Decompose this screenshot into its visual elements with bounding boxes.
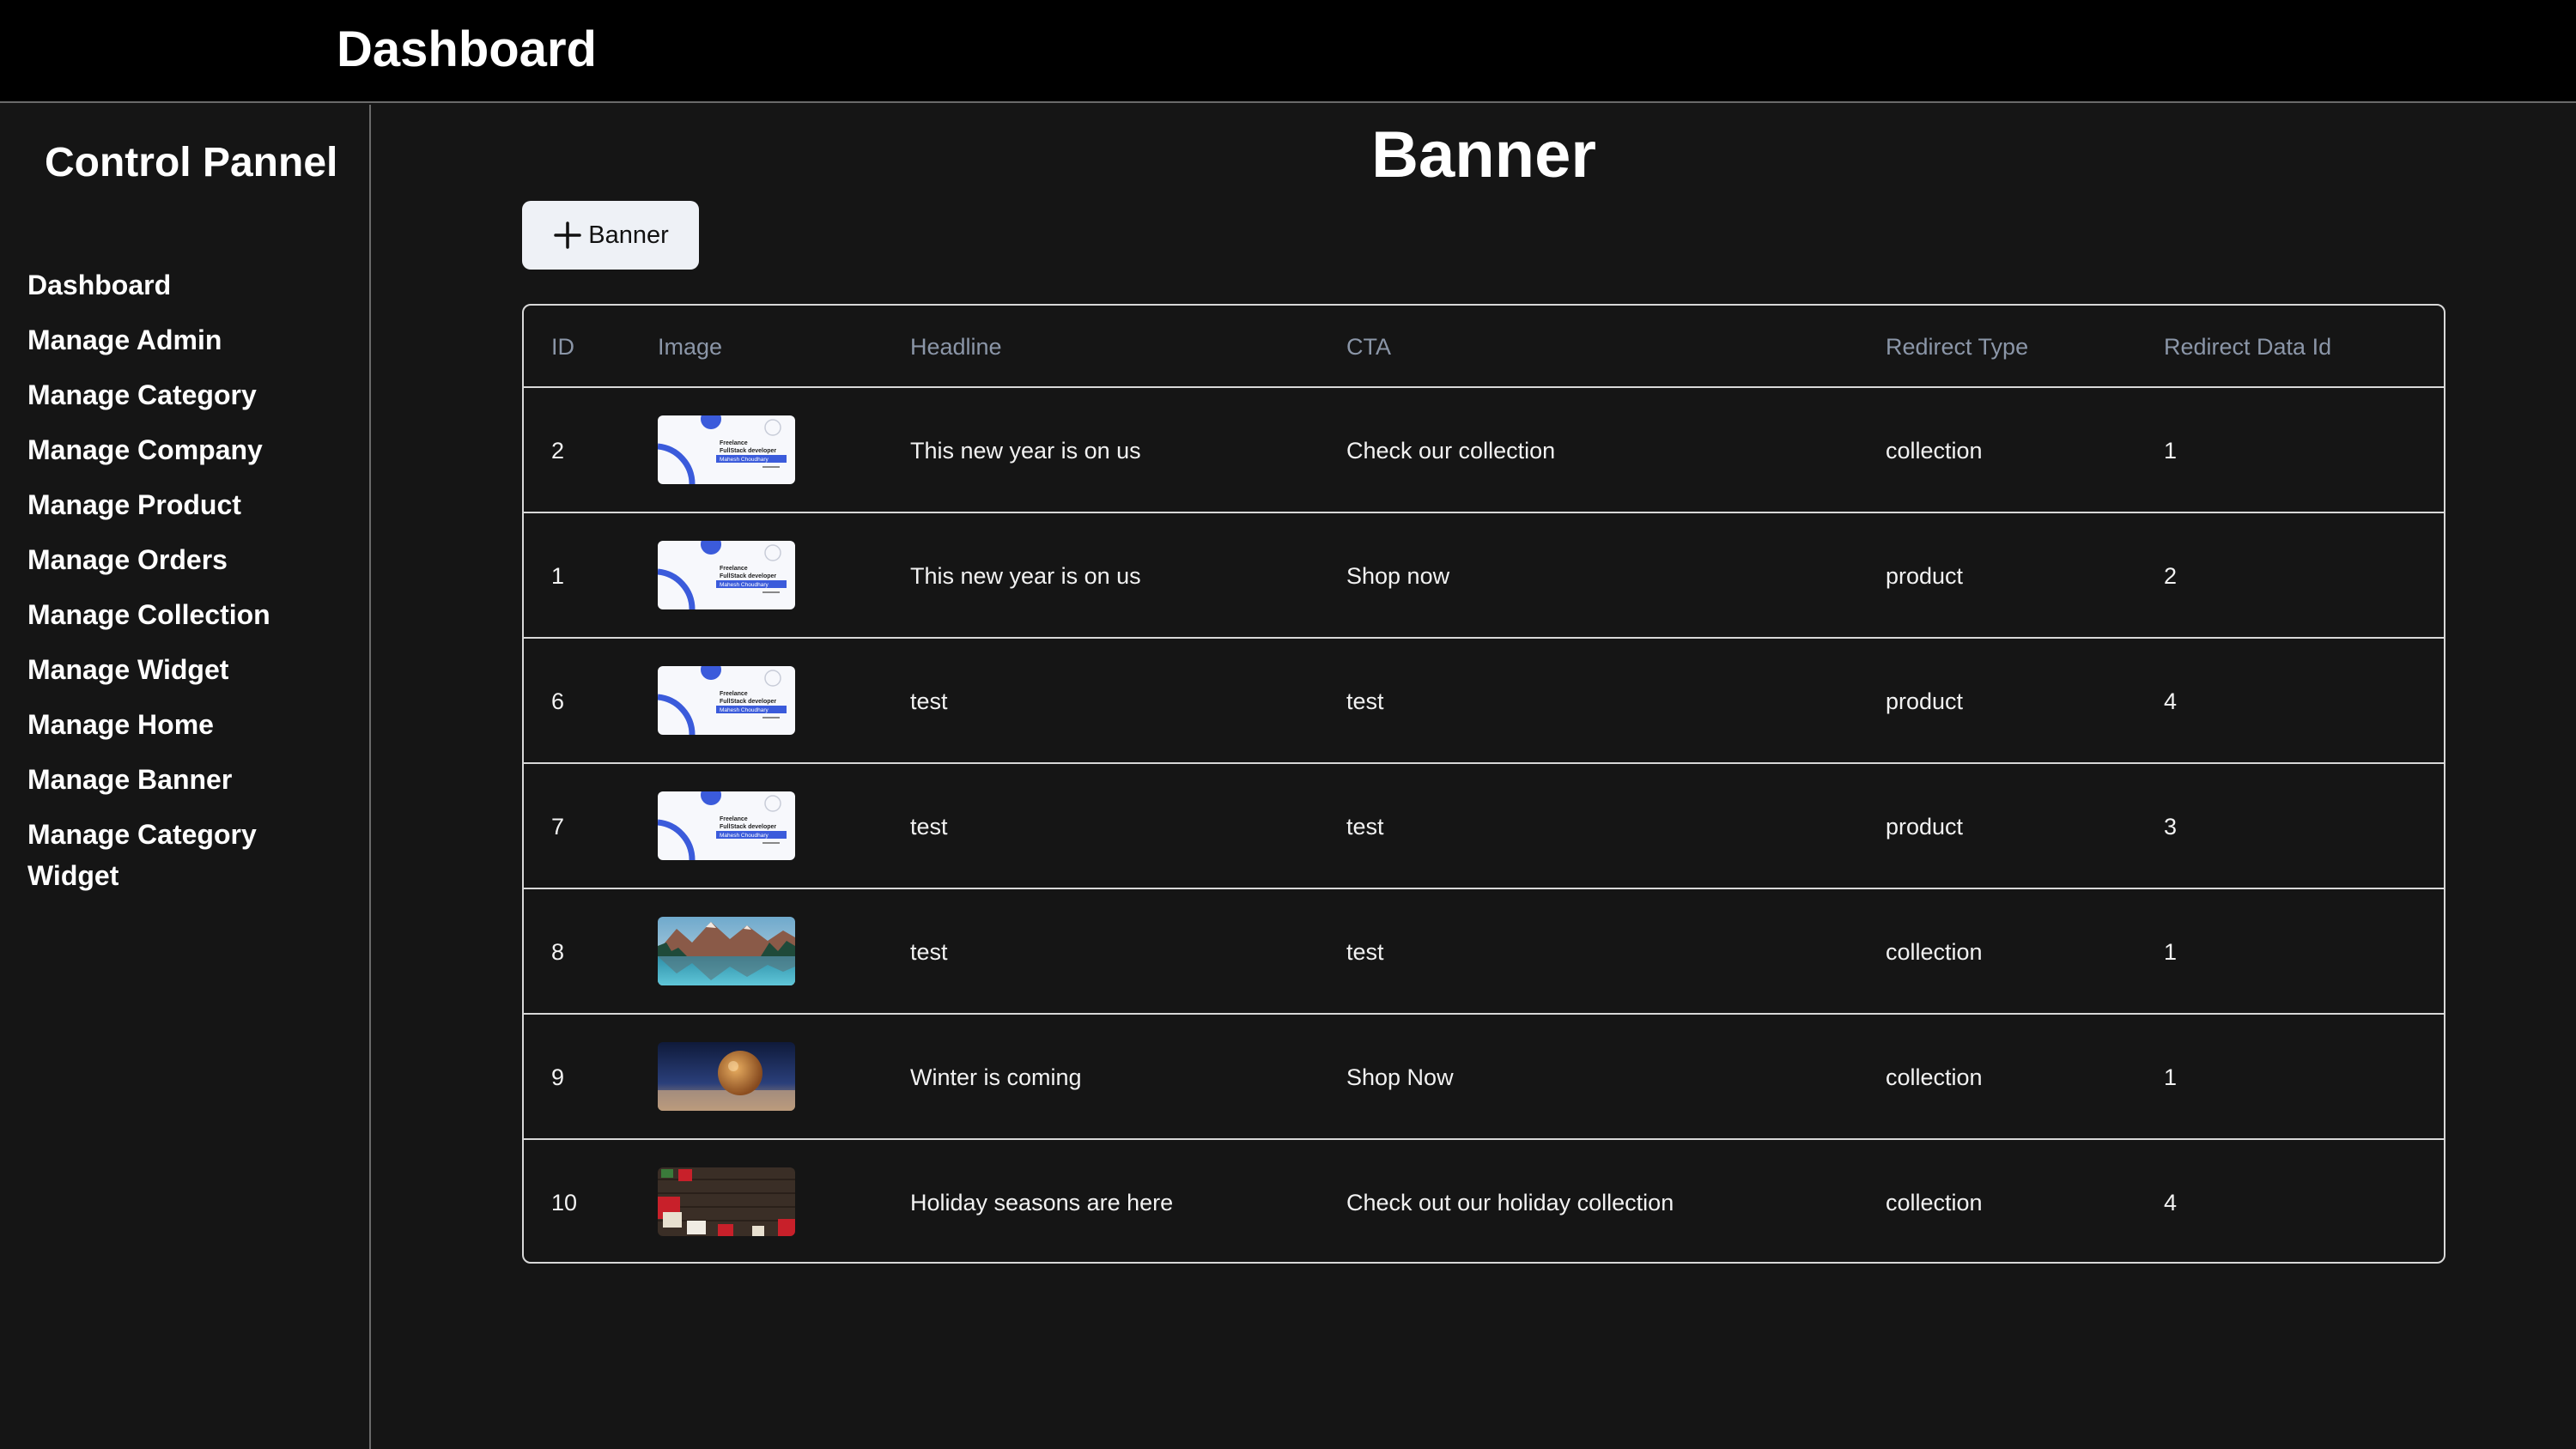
sidebar-item-manage-banner[interactable]: Manage Banner [27, 759, 354, 800]
cell-redirect-type: collection [1886, 939, 1983, 965]
cell-redirect-data-id: 4 [2164, 688, 2178, 714]
sidebar-item-manage-category-widget[interactable]: Manage Category Widget [27, 814, 354, 896]
svg-text:Mahesh Choudhary: Mahesh Choudhary [720, 707, 769, 713]
cell-redirect-type: product [1886, 563, 1964, 589]
svg-text:Mahesh Choudhary: Mahesh Choudhary [720, 582, 769, 588]
cell-id: 6 [551, 688, 565, 714]
sidebar-item-manage-collection[interactable]: Manage Collection [27, 594, 354, 635]
svg-text:FullStack developer: FullStack developer [720, 699, 776, 705]
banner-thumbnail[interactable]: Freelance FullStack developer Mahesh Choud… [658, 791, 795, 860]
table-row[interactable]: 2 This new year is on us Check our collect… [524, 388, 2444, 513]
top-bar: Dashboard [0, 0, 2576, 103]
table-row[interactable]: 8 test test collection 1 [524, 889, 2444, 1015]
column-header-redirect-data-id[interactable]: Redirect Data Id [2164, 306, 2331, 388]
sidebar-item-manage-home[interactable]: Manage Home [27, 704, 354, 745]
sidebar-heading: Control Pannel [45, 140, 338, 185]
svg-text:FullStack developer: FullStack developer [720, 573, 776, 579]
add-banner-button[interactable]: Banner [522, 201, 699, 270]
cell-id: 9 [551, 1064, 565, 1090]
banner-thumbnail[interactable]: Freelance FullStack developer Mahesh Choud… [658, 415, 795, 484]
banner-thumbnail[interactable]: Freelance FullStack developer Mahesh Choud… [658, 666, 795, 735]
svg-text:Mahesh Choudhary: Mahesh Choudhary [720, 457, 769, 463]
cell-redirect-type: collection [1886, 1064, 1983, 1090]
svg-text:Freelance: Freelance [720, 691, 748, 697]
app-title: Dashboard [337, 21, 597, 77]
column-header-redirect-type[interactable]: Redirect Type [1886, 306, 2028, 388]
svg-text:Mahesh Choudhary: Mahesh Choudhary [720, 833, 769, 839]
svg-text:FullStack developer: FullStack developer [720, 448, 776, 454]
sidebar-item-manage-widget[interactable]: Manage Widget [27, 649, 354, 690]
svg-text:Freelance: Freelance [720, 816, 748, 822]
cell-headline: This new year is on us [910, 438, 1141, 464]
cell-cta: test [1346, 814, 1384, 840]
table-row[interactable]: 7 test test product 3 Freelance FullStack deve… [524, 764, 2444, 889]
svg-text:Freelance: Freelance [720, 440, 748, 446]
table-row[interactable]: 6 test test product 4 Freelance FullStack deve… [524, 639, 2444, 764]
cell-id: 1 [551, 563, 565, 589]
main-content: Banner Banner ID Image Headline CTA Redi… [373, 105, 2576, 1449]
table-row[interactable]: 9 Winter is coming Shop Now collection 1 [524, 1015, 2444, 1140]
cell-headline: test [910, 814, 948, 840]
sidebar-nav: Dashboard Manage Admin Manage Category M… [27, 264, 354, 910]
table-header: ID Image Headline CTA Redirect Type Redi… [524, 306, 2444, 388]
table-row[interactable]: 1 This new year is on us Shop now product 2 F… [524, 513, 2444, 639]
table-row[interactable]: 10 Holiday seasons are here Check out our … [524, 1140, 2444, 1262]
cell-cta: Check our collection [1346, 438, 1556, 464]
cell-id: 10 [551, 1190, 578, 1216]
banner-table: ID Image Headline CTA Redirect Type Redi… [522, 304, 2445, 1264]
plus-icon [552, 220, 583, 251]
sidebar-item-manage-product[interactable]: Manage Product [27, 484, 354, 525]
cell-redirect-type: collection [1886, 438, 1983, 464]
cell-redirect-data-id: 2 [2164, 563, 2178, 589]
cell-redirect-type: collection [1886, 1190, 1983, 1216]
svg-text:Freelance: Freelance [720, 566, 748, 572]
cell-redirect-type: product [1886, 814, 1964, 840]
cell-cta: Shop now [1346, 563, 1450, 589]
cell-redirect-data-id: 1 [2164, 1064, 2178, 1090]
sidebar-item-manage-orders[interactable]: Manage Orders [27, 539, 354, 580]
cell-id: 8 [551, 939, 565, 965]
cell-headline: Holiday seasons are here [910, 1190, 1174, 1216]
sidebar-item-manage-company[interactable]: Manage Company [27, 429, 354, 470]
cell-id: 7 [551, 814, 565, 840]
sidebar-item-manage-category[interactable]: Manage Category [27, 374, 354, 415]
add-banner-label: Banner [588, 221, 669, 249]
cell-headline: Winter is coming [910, 1064, 1082, 1090]
column-header-id[interactable]: ID [551, 306, 574, 388]
sidebar: Control Pannel Dashboard Manage Admin Ma… [0, 105, 371, 1449]
cell-cta: test [1346, 688, 1384, 714]
banner-thumbnail[interactable]: Freelance FullStack developer Mahesh Choud… [658, 541, 795, 609]
cell-cta: test [1346, 939, 1384, 965]
svg-text:FullStack developer: FullStack developer [720, 824, 776, 830]
cell-redirect-data-id: 3 [2164, 814, 2178, 840]
column-header-image[interactable]: Image [658, 306, 722, 388]
cell-redirect-data-id: 1 [2164, 939, 2178, 965]
cell-redirect-type: product [1886, 688, 1964, 714]
cell-headline: test [910, 688, 948, 714]
cell-cta: Shop Now [1346, 1064, 1454, 1090]
column-header-headline[interactable]: Headline [910, 306, 1002, 388]
cell-headline: This new year is on us [910, 563, 1141, 589]
cell-redirect-data-id: 4 [2164, 1190, 2178, 1216]
cell-id: 2 [551, 438, 565, 464]
page-title: Banner [1371, 118, 1596, 191]
banner-thumbnail[interactable] [658, 917, 795, 985]
table-body: 2 This new year is on us Check our collect… [524, 388, 2444, 1262]
cell-redirect-data-id: 1 [2164, 438, 2178, 464]
banner-thumbnail[interactable] [658, 1167, 795, 1236]
column-header-cta[interactable]: CTA [1346, 306, 1391, 388]
banner-thumbnail[interactable] [658, 1042, 795, 1111]
cell-headline: test [910, 939, 948, 965]
cell-cta: Check out our holiday collection [1346, 1190, 1674, 1216]
sidebar-item-manage-admin[interactable]: Manage Admin [27, 319, 354, 361]
sidebar-item-dashboard[interactable]: Dashboard [27, 264, 354, 306]
